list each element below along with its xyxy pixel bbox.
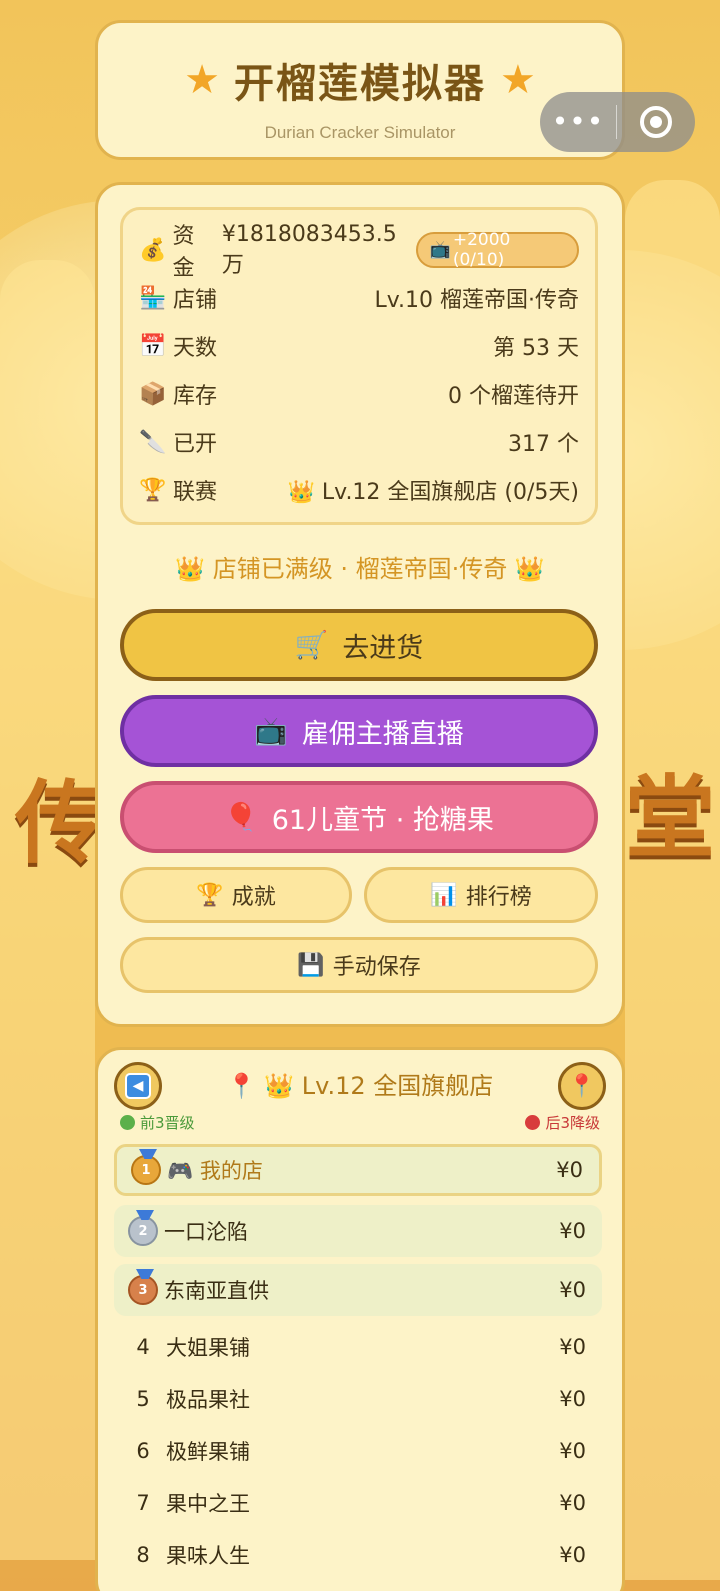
table-row[interactable]: 1 🎮 我的店 ¥0: [114, 1144, 602, 1196]
money-bag-icon: 💰: [139, 237, 167, 263]
leaderboard-button[interactable]: 📊 排行榜: [364, 867, 598, 923]
star-icon: ★: [184, 57, 220, 103]
league-panel: ◀ 📍 👑 Lv.12 全国旗舰店 📍 前3晋级 后3降级 1 🎮 我的店 ¥0…: [95, 1047, 625, 1591]
previous-league-button[interactable]: ◀: [114, 1062, 162, 1110]
tv-icon: 📺: [429, 240, 451, 260]
red-dot-icon: [525, 1115, 541, 1130]
table-row[interactable]: 6 极鲜果铺 ¥0: [114, 1425, 602, 1477]
hire-streamer-button[interactable]: 📺 雇佣主播直播: [120, 695, 598, 767]
league-status: 👑 Lv.12 全国旗舰店 (0/5天): [287, 480, 579, 505]
candy-event-button[interactable]: 🎈 61儿童节 · 抢糖果: [120, 781, 598, 853]
achievements-button[interactable]: 🏆 成就: [120, 867, 352, 923]
balloon-icon: 🎈: [224, 802, 258, 833]
days-row: 📅 天数 第 53 天: [139, 326, 579, 366]
miniprogram-capsule: •••: [540, 92, 695, 152]
restock-button[interactable]: 🛒 去进货: [120, 609, 598, 681]
max-level-banner: 👑 店铺已满级 · 榴莲帝国·传奇 👑: [175, 555, 545, 583]
day-count: 第 53 天: [493, 336, 579, 361]
league-title: 📍 👑 Lv.12 全国旗舰店: [226, 1072, 494, 1100]
more-options-icon[interactable]: •••: [540, 92, 616, 152]
back-arrow-icon: ◀: [125, 1073, 151, 1099]
package-icon: 📦: [139, 381, 167, 407]
stats-box: 💰 资金 ¥1818083453.5万 📺 +2000 (0/10) 🏪 店铺 …: [120, 207, 598, 525]
table-row[interactable]: 3 东南亚直供 ¥0: [114, 1264, 602, 1316]
table-row[interactable]: 8 果味人生 ¥0: [114, 1529, 602, 1581]
watch-ad-bonus-button[interactable]: 📺 +2000 (0/10): [415, 230, 579, 270]
manual-save-button[interactable]: 💾 手动保存: [120, 937, 598, 993]
calendar-icon: 📅: [139, 333, 167, 359]
knife-icon: 🔪: [139, 429, 167, 455]
floppy-disk-icon: 💾: [297, 952, 325, 978]
target-icon: [640, 106, 672, 138]
trophy-icon: 🏆: [196, 882, 224, 908]
table-row[interactable]: 2 一口沦陷 ¥0: [114, 1205, 602, 1257]
current-league-pin-button[interactable]: 📍: [558, 1062, 606, 1110]
cart-icon: 🛒: [294, 630, 329, 661]
table-row[interactable]: 5 极品果社 ¥0: [114, 1373, 602, 1425]
app-title: 开榴莲模拟器: [234, 61, 486, 107]
gold-medal-icon: 1: [131, 1155, 161, 1185]
fund-value: ¥1818083453.5万: [221, 221, 397, 278]
opened-row: 🔪 已开 317 个: [139, 422, 579, 462]
trophy-icon: 🏆: [139, 477, 167, 503]
pin-icon: 📍: [568, 1073, 596, 1099]
shop-level: Lv.10 榴莲帝国·传奇: [374, 288, 579, 313]
star-icon: ★: [500, 57, 536, 103]
tv-icon: 📺: [254, 716, 288, 747]
stock-count: 0 个榴莲待开: [448, 384, 579, 409]
table-row[interactable]: 7 果中之王 ¥0: [114, 1477, 602, 1529]
bronze-medal-icon: 3: [128, 1275, 158, 1305]
fund-row: 💰 资金 ¥1818083453.5万 📺 +2000 (0/10): [139, 222, 579, 281]
main-panel: 💰 资金 ¥1818083453.5万 📺 +2000 (0/10) 🏪 店铺 …: [95, 182, 625, 1027]
shop-row: 🏪 店铺 Lv.10 榴莲帝国·传奇: [139, 278, 579, 318]
bar-chart-icon: 📊: [430, 882, 458, 908]
demote-legend: 后3降级: [525, 1112, 600, 1133]
opened-count: 317 个: [508, 432, 579, 457]
close-miniprogram-button[interactable]: [617, 106, 695, 138]
silver-medal-icon: 2: [128, 1216, 158, 1246]
table-row[interactable]: 4 大姐果铺 ¥0: [114, 1321, 602, 1373]
green-dot-icon: [120, 1115, 135, 1130]
stock-row: 📦 库存 0 个榴莲待开: [139, 374, 579, 414]
shop-icon: 🏪: [139, 285, 167, 311]
promote-legend: 前3晋级: [120, 1112, 195, 1133]
league-row: 🏆 联赛 👑 Lv.12 全国旗舰店 (0/5天): [139, 470, 579, 510]
